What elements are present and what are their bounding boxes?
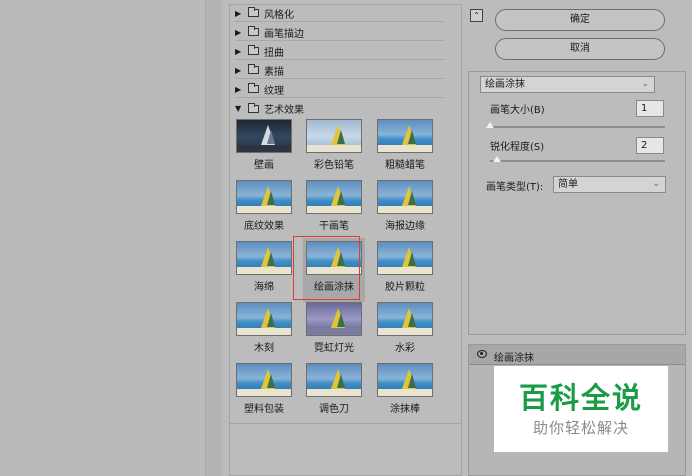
preview-canvas[interactable] [0,0,222,476]
folder-icon [248,64,259,74]
folder-icon [248,83,259,93]
category-label: 画笔描边 [264,28,304,40]
watermark-logo: 百科全说 助你轻松解决 [494,366,668,452]
filter-label: 水彩 [395,343,415,354]
filter-thumb-watercolor[interactable]: 水彩 [374,299,436,355]
filter-thumb-palette-knife[interactable]: 调色刀 [303,360,365,416]
filter-label: 粗糙蜡笔 [385,160,425,171]
filter-thumb-smudge-stick[interactable]: 涂抹棒 [374,360,436,416]
folder-icon [248,26,259,36]
brush-size-input[interactable]: 1 [636,100,664,117]
filter-thumbnail-icon [306,180,362,214]
category-label: 纹理 [264,85,284,97]
filter-thumb-film-grain[interactable]: 胶片颗粒 [374,238,436,294]
collapsed-arrow-icon: ▶ [235,46,242,56]
filter-thumbnail-icon [306,363,362,397]
sharpness-input[interactable]: 2 [636,137,664,154]
watermark-subtitle: 助你轻松解决 [532,419,629,437]
filter-thumbnail-icon [236,302,292,336]
category-label: 扭曲 [264,47,284,59]
gallery-divider [230,423,461,424]
filter-thumb-sponge[interactable]: 海绵 [233,238,295,294]
brush-size-slider-thumb[interactable] [486,122,494,128]
filter-thumb-neon-glow[interactable]: 霓虹灯光 [303,299,365,355]
filter-label: 海绵 [254,282,274,293]
filter-select-value: 绘画涂抹 [485,79,525,90]
category-label: 素描 [264,66,284,78]
filter-label: 调色刀 [319,404,349,415]
filter-thumbnail-icon [306,119,362,153]
filter-label: 壁画 [254,160,274,171]
sharpness-slider[interactable] [490,160,665,162]
filter-thumbnail-icon [236,180,292,214]
collapsed-arrow-icon: ▶ [235,8,242,18]
filter-thumbnail-icon [236,119,292,153]
filter-thumbnail-icon [236,241,292,275]
expanded-arrow-icon: ▼ [235,104,242,113]
chevron-down-icon: ⌄ [641,79,649,89]
filter-thumb-rough-pastels[interactable]: 粗糙蜡笔 [374,116,436,172]
category-artistic[interactable]: ▼ 艺术效果 [235,100,445,117]
category-stylize[interactable]: ▶ 风格化 [235,5,445,22]
collapsed-arrow-icon: ▶ [235,27,242,37]
category-brush-strokes[interactable]: ▶ 画笔描边 [235,24,445,41]
filter-thumbnail-icon [377,119,433,153]
filter-thumbnail-icon [377,180,433,214]
category-label: 艺术效果 [264,105,304,116]
brush-type-label: 画笔类型(T): [486,182,544,193]
filter-thumbnail-icon [236,363,292,397]
collapsed-arrow-icon: ▶ [235,65,242,75]
filter-thumb-woodcut[interactable]: 木刻 [233,299,295,355]
brush-type-select[interactable]: 简单 ⌄ [553,176,666,193]
filter-thumbnail-icon [377,241,433,275]
filter-thumb-colored-pencil[interactable]: 彩色铅笔 [303,116,365,172]
filter-label: 底纹效果 [244,221,284,232]
filter-thumbnail-icon [377,302,433,336]
filter-label: 干画笔 [319,221,349,232]
category-distort[interactable]: ▶ 扭曲 [235,43,445,60]
selection-highlight [293,236,360,300]
filter-thumb-fresco[interactable]: 壁画 [233,116,295,172]
filter-label: 塑料包装 [244,404,284,415]
filter-thumb-dry-brush[interactable]: 干画笔 [303,177,365,233]
filter-select[interactable]: 绘画涂抹 ⌄ [480,76,655,93]
filter-thumbnail-icon [306,302,362,336]
filter-thumb-plastic-wrap[interactable]: 塑料包装 [233,360,295,416]
filter-label: 霓虹灯光 [314,343,354,354]
filter-label: 木刻 [254,343,274,354]
effect-layer-name: 绘画涂抹 [494,353,534,364]
filter-thumb-underpainting[interactable]: 底纹效果 [233,177,295,233]
filter-thumb-poster-edges[interactable]: 海报边缘 [374,177,436,233]
sharpness-slider-thumb[interactable] [493,156,501,162]
collapsed-arrow-icon: ▶ [235,84,242,94]
category-texture[interactable]: ▶ 纹理 [235,81,445,98]
filter-label: 彩色铅笔 [314,160,354,171]
folder-icon [248,7,259,17]
category-sketch[interactable]: ▶ 素描 [235,62,445,79]
brush-type-value: 简单 [558,179,578,190]
brush-size-slider[interactable] [490,126,665,128]
watermark-title: 百科全说 [518,381,643,415]
brush-size-label: 画笔大小(B) [490,105,545,116]
folder-icon [248,45,259,55]
filter-thumbnail-icon [377,363,433,397]
eye-icon[interactable] [477,350,487,358]
preview-scrollbar[interactable] [205,0,222,476]
ok-button[interactable]: 确定 [495,9,665,31]
filter-label: 涂抹棒 [390,404,420,415]
filter-label: 海报边缘 [385,221,425,232]
collapse-gallery-icon[interactable]: ⌃ [470,9,483,22]
category-label: 风格化 [264,9,294,21]
sharpness-label: 锐化程度(S) [490,142,545,153]
open-folder-icon [248,102,259,113]
filter-label: 胶片颗粒 [385,282,425,293]
cancel-button[interactable]: 取消 [495,38,665,60]
chevron-down-icon: ⌄ [652,179,660,189]
